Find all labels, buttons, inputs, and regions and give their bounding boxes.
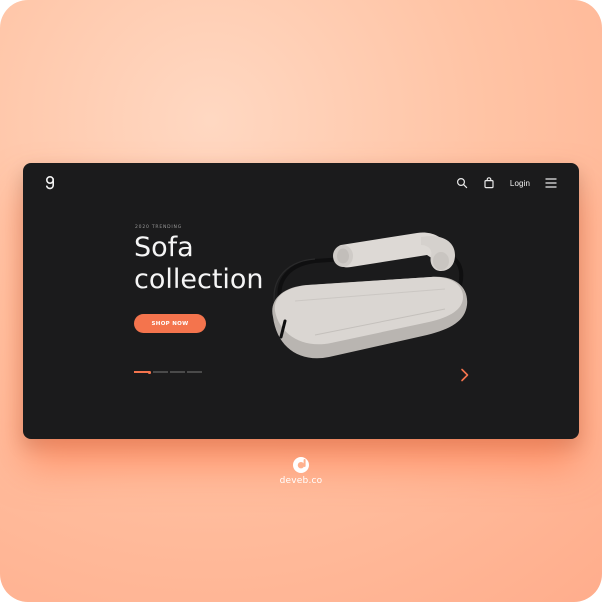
shopping-bag-icon[interactable]	[483, 177, 495, 189]
top-nav: Login	[456, 175, 557, 191]
hero-title-line-2: collection	[134, 264, 264, 295]
next-slide-arrow-icon[interactable]	[460, 368, 470, 382]
hero-title: Sofa collection	[134, 232, 264, 296]
slide-indicator-3[interactable]	[169, 371, 185, 374]
slide-indicator-2[interactable]	[152, 371, 168, 374]
hero-title-line-1: Sofa	[134, 232, 194, 263]
search-icon[interactable]	[456, 177, 468, 189]
slide-indicator	[134, 371, 202, 374]
shop-now-button[interactable]: SHOP NOW	[134, 314, 206, 333]
slide-indicator-1[interactable]	[134, 371, 149, 374]
menu-icon[interactable]	[545, 178, 557, 188]
slide-indicator-active-dot	[148, 371, 151, 374]
login-link[interactable]: Login	[510, 179, 530, 188]
website-mockup: Login 2020 TRENDING Sofa collection SHOP…	[23, 163, 579, 439]
sofa-image	[272, 232, 468, 359]
logo-icon[interactable]	[43, 173, 57, 193]
brand-name: deveb.co	[279, 476, 323, 486]
brand-logo-icon	[293, 457, 309, 473]
slide-indicator-4[interactable]	[186, 371, 202, 374]
canvas-background: Login 2020 TRENDING Sofa collection SHOP…	[0, 0, 602, 602]
hero-kicker: 2020 TRENDING	[135, 225, 183, 230]
brand-footer: deveb.co	[0, 456, 602, 486]
